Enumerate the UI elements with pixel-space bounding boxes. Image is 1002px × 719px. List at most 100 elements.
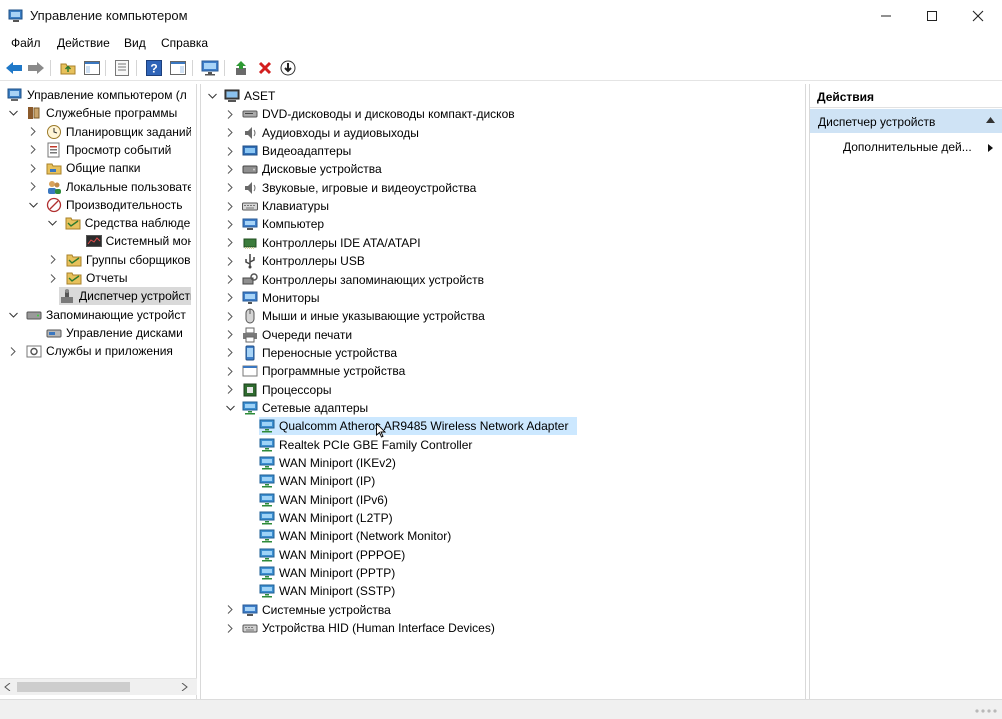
nav-tree-item[interactable]: Управление дисками	[27, 324, 191, 342]
nav-tree-item[interactable]: Планировщик заданий	[27, 123, 191, 141]
chevron-right-icon[interactable]	[27, 162, 39, 174]
maximize-icon[interactable]	[909, 0, 955, 32]
chevron-right-icon[interactable]	[224, 365, 236, 377]
scroll-left-icon[interactable]	[4, 683, 11, 691]
chevron-right-icon[interactable]	[224, 310, 236, 322]
device-category[interactable]: DVD-дисководы и дисководы компакт-дисков	[224, 105, 515, 123]
device-category[interactable]: Контроллеры IDE ATA/ATAPI	[224, 234, 421, 252]
resize-grip-icon[interactable]	[974, 707, 998, 715]
device-category[interactable]: Процессоры	[224, 381, 332, 399]
uninstall-icon[interactable]	[256, 59, 274, 77]
menu-help[interactable]: Справка	[161, 36, 208, 50]
nav-tree-item[interactable]: Управление компьютером (л	[7, 86, 191, 104]
network-adapter-item[interactable]: Realtek PCIe GBE Family Controller	[259, 436, 472, 454]
actions-group-device-manager[interactable]: Диспетчер устройств	[810, 109, 1002, 133]
chevron-down-icon[interactable]	[206, 90, 218, 102]
chevron-right-icon[interactable]	[27, 144, 39, 156]
nav-tree-item[interactable]: Службы и приложения	[7, 342, 191, 360]
show-hide-tree-icon[interactable]	[83, 59, 101, 77]
network-adapter-item[interactable]: WAN Miniport (L2TP)	[259, 509, 393, 527]
scrollbar-thumb[interactable]	[17, 682, 130, 692]
nav-tree-item[interactable]: Служебные программы	[7, 104, 191, 122]
nav-tree-item[interactable]: Группы сборщиков	[47, 251, 191, 269]
device-tree-root[interactable]: ASET	[206, 87, 275, 105]
nav-tree-item[interactable]: Производительность	[27, 196, 191, 214]
network-adapter-item[interactable]: WAN Miniport (IP)	[259, 472, 375, 490]
more-actions-item[interactable]: Дополнительные дей...	[810, 136, 1002, 158]
chevron-right-icon[interactable]	[224, 604, 236, 616]
device-category[interactable]: Устройства HID (Human Interface Devices)	[224, 619, 495, 637]
device-category[interactable]: Аудиовходы и аудиовыходы	[224, 124, 419, 142]
nav-tree-item[interactable]: Общие папки	[27, 159, 191, 177]
chevron-right-icon[interactable]	[47, 254, 59, 266]
network-adapter-item[interactable]: WAN Miniport (IPv6)	[259, 491, 388, 509]
chevron-right-icon[interactable]	[224, 108, 236, 120]
update-driver-icon[interactable]	[233, 59, 251, 77]
device-category[interactable]: Видеоадаптеры	[224, 142, 351, 160]
chevron-right-icon[interactable]	[224, 255, 236, 267]
forward-arrow-icon[interactable]	[27, 59, 45, 77]
chevron-down-icon[interactable]	[224, 402, 236, 414]
chevron-right-icon[interactable]	[7, 345, 19, 357]
menu-action[interactable]: Действие	[57, 36, 110, 50]
device-category[interactable]: Системные устройства	[224, 601, 391, 619]
nav-tree-item[interactable]: Локальные пользовате	[27, 178, 191, 196]
back-arrow-icon[interactable]	[5, 59, 23, 77]
chevron-down-icon[interactable]	[47, 217, 58, 229]
minimize-icon[interactable]	[863, 0, 909, 32]
disable-device-icon[interactable]	[279, 59, 297, 77]
device-category[interactable]: Переносные устройства	[224, 344, 397, 362]
chevron-down-icon[interactable]	[7, 107, 19, 119]
nav-tree-item[interactable]: Диспетчер устройств	[59, 287, 191, 306]
chevron-right-icon[interactable]	[224, 163, 236, 175]
chevron-right-icon[interactable]	[224, 127, 236, 139]
help-icon[interactable]: ?	[145, 59, 163, 77]
chevron-down-icon[interactable]	[7, 309, 19, 321]
nav-tree-item[interactable]: Просмотр событий	[27, 141, 191, 159]
chevron-right-icon[interactable]	[224, 237, 236, 249]
chevron-right-icon[interactable]	[47, 272, 59, 284]
device-category[interactable]: Клавиатуры	[224, 197, 329, 215]
folder-up-icon[interactable]	[59, 59, 77, 77]
device-category[interactable]: Звуковые, игровые и видеоустройства	[224, 179, 476, 197]
scroll-right-icon[interactable]	[181, 683, 188, 691]
device-category[interactable]: Мониторы	[224, 289, 319, 307]
device-category-network-adapters[interactable]: Сетевые адаптеры	[224, 399, 368, 417]
device-category[interactable]: Компьютер	[224, 215, 324, 233]
chevron-down-icon[interactable]	[27, 199, 39, 211]
chevron-right-icon[interactable]	[224, 347, 236, 359]
chevron-right-icon[interactable]	[224, 292, 236, 304]
device-category[interactable]: Программные устройства	[224, 362, 405, 380]
device-category[interactable]: Контроллеры запоминающих устройств	[224, 271, 484, 289]
chevron-right-icon[interactable]	[224, 182, 236, 194]
close-icon[interactable]	[955, 0, 1001, 32]
properties-icon[interactable]	[113, 59, 131, 77]
network-adapter-item[interactable]: WAN Miniport (PPTP)	[259, 564, 395, 582]
chevron-right-icon[interactable]	[224, 329, 236, 341]
chevron-right-icon[interactable]	[224, 384, 236, 396]
device-category[interactable]: Очереди печати	[224, 326, 352, 344]
chevron-right-icon[interactable]	[224, 200, 236, 212]
nav-tree-item[interactable]: Системный мон	[67, 232, 191, 250]
chevron-right-icon[interactable]	[224, 274, 236, 286]
device-category[interactable]: Мыши и иные указывающие устройства	[224, 307, 485, 325]
monitor-icon[interactable]	[201, 59, 219, 77]
left-pane-horizontal-scrollbar[interactable]	[0, 678, 197, 695]
nav-tree-item[interactable]: Запоминающие устройст	[7, 306, 191, 324]
chevron-right-icon[interactable]	[27, 126, 39, 138]
network-adapter-item[interactable]: WAN Miniport (Network Monitor)	[259, 527, 451, 545]
device-category[interactable]: Контроллеры USB	[224, 252, 365, 270]
network-adapter-item[interactable]: WAN Miniport (SSTP)	[259, 582, 395, 600]
nav-tree-item[interactable]: Средства наблюдени	[47, 214, 191, 232]
network-adapter-item[interactable]: Qualcomm Atheros AR9485 Wireless Network…	[259, 417, 577, 436]
chevron-right-icon[interactable]	[224, 218, 236, 230]
network-adapter-item[interactable]: WAN Miniport (PPPOE)	[259, 546, 405, 564]
show-action-pane-icon[interactable]	[169, 59, 187, 77]
device-category[interactable]: Дисковые устройства	[224, 160, 382, 178]
nav-tree-item[interactable]: Отчеты	[47, 269, 191, 287]
chevron-right-icon[interactable]	[224, 622, 236, 634]
chevron-right-icon[interactable]	[27, 181, 39, 193]
menu-view[interactable]: Вид	[124, 36, 146, 50]
network-adapter-item[interactable]: WAN Miniport (IKEv2)	[259, 454, 396, 472]
chevron-right-icon[interactable]	[224, 145, 236, 157]
